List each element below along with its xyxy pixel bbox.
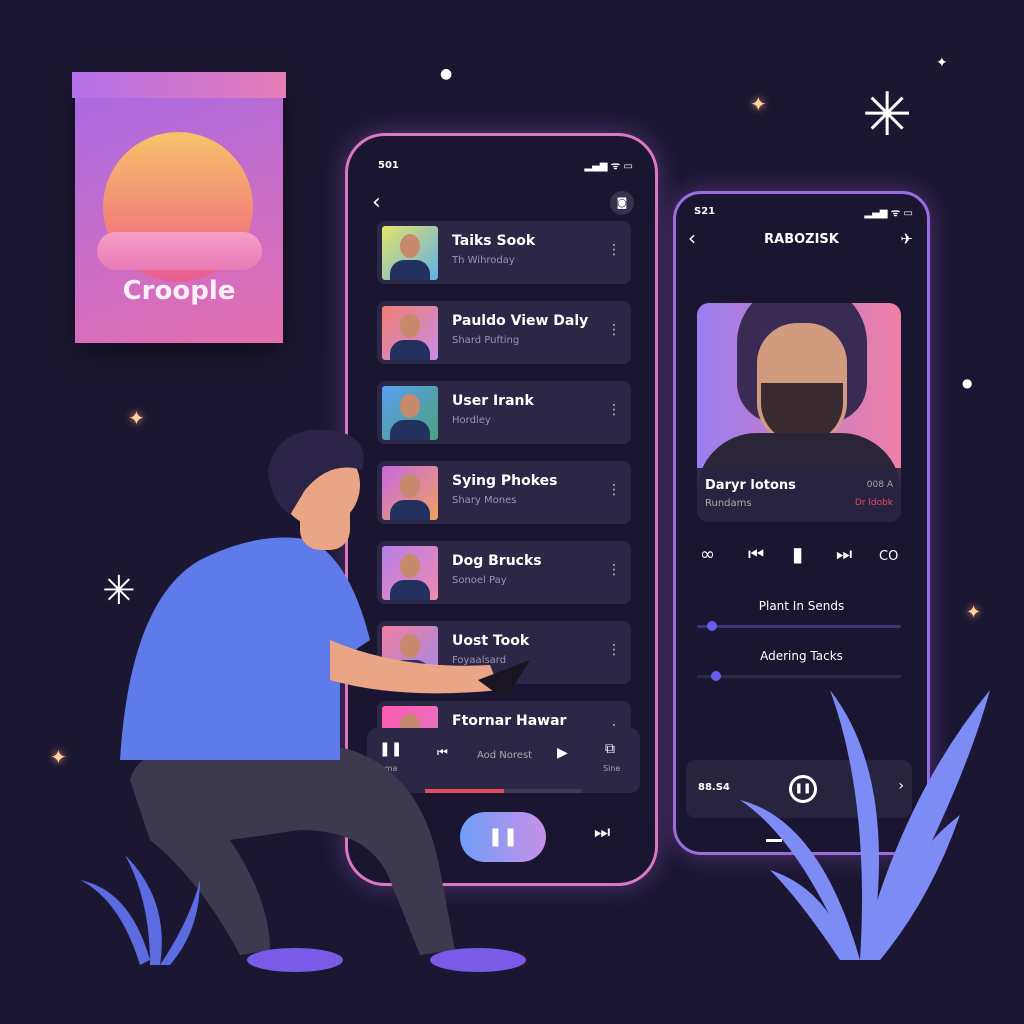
plant-right: [740, 690, 990, 960]
person-illustration: [120, 429, 530, 972]
plant-left: [80, 855, 200, 965]
illustration: [80, 429, 990, 972]
